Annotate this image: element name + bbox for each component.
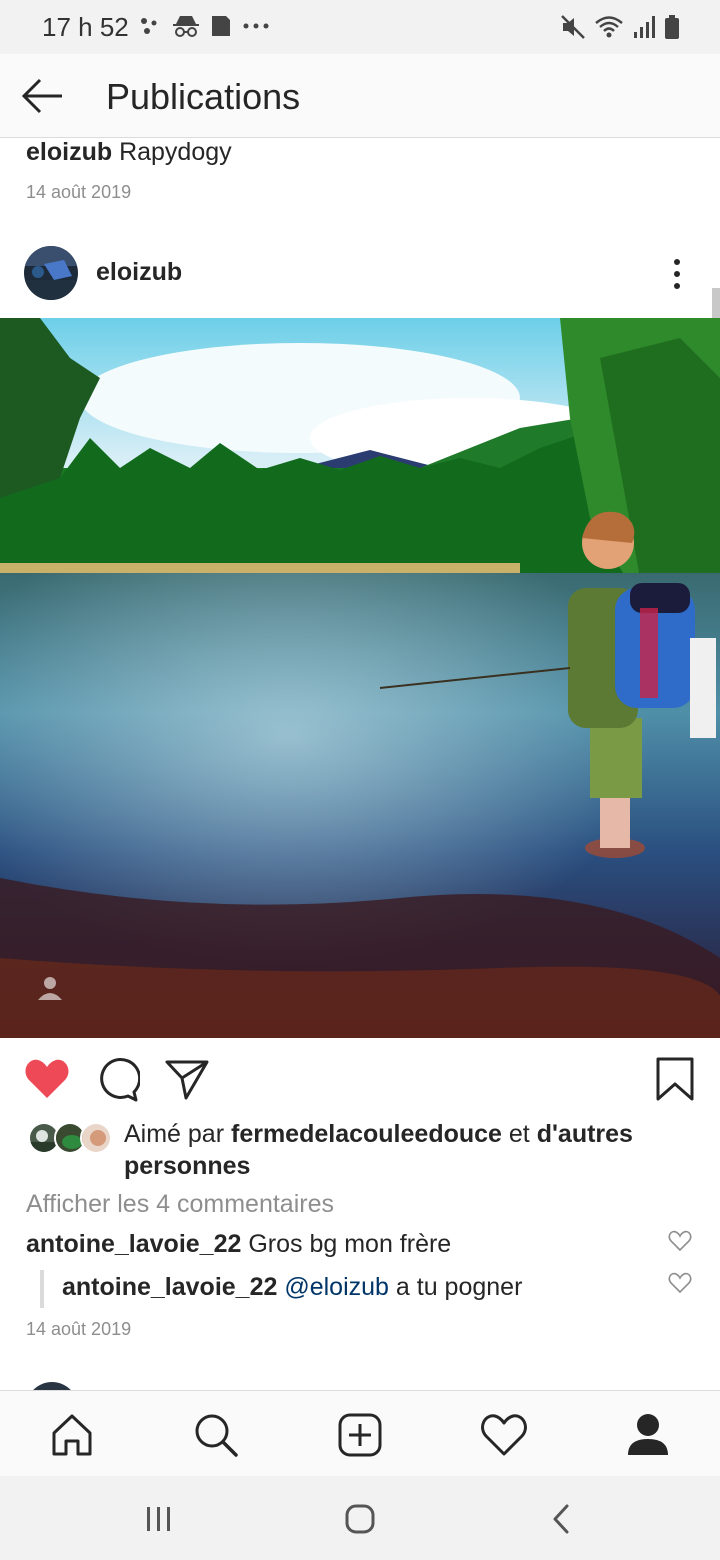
heart-filled-icon xyxy=(25,1059,69,1098)
like-button[interactable] xyxy=(24,1056,70,1102)
comment-button[interactable] xyxy=(94,1056,142,1102)
signal-icon xyxy=(634,16,655,38)
mute-icon xyxy=(561,15,585,39)
app-header: Publications xyxy=(0,54,720,138)
nav-home[interactable] xyxy=(48,1411,96,1459)
comment-text: a tu pogner xyxy=(395,1273,523,1301)
system-back-button[interactable] xyxy=(545,1502,579,1536)
vertical-dots-icon xyxy=(674,259,680,289)
assistant-dots-icon xyxy=(141,18,157,34)
activity-heart-icon xyxy=(481,1414,527,1456)
photo-image xyxy=(0,318,720,1038)
comment-mention[interactable]: @eloizub xyxy=(284,1273,389,1301)
likes-summary[interactable]: Aimé par fermedelacouleedouce et d'autre… xyxy=(124,1118,684,1182)
sim-card-icon xyxy=(212,16,230,36)
home-button-icon xyxy=(345,1504,375,1534)
post-username[interactable]: eloizub xyxy=(96,258,182,287)
search-icon xyxy=(195,1414,238,1457)
caption-username[interactable]: eloizub xyxy=(26,138,112,166)
bottom-navigation xyxy=(0,1390,720,1476)
comment: antoine_lavoie_22 Gros bg mon frère xyxy=(26,1230,451,1259)
post-actions xyxy=(0,1050,720,1110)
user-tag-icon[interactable] xyxy=(36,974,64,1002)
post-photo[interactable] xyxy=(0,318,720,1038)
comment-username[interactable]: antoine_lavoie_22 xyxy=(62,1273,277,1301)
avatar-image xyxy=(24,246,78,300)
arrow-left-icon xyxy=(21,78,62,114)
more-dots-icon xyxy=(243,23,269,29)
comment-icon xyxy=(100,1058,142,1102)
status-time: 17 h 52 xyxy=(42,12,129,42)
previous-post-caption: eloizub Rapydogy xyxy=(26,138,232,167)
view-all-comments-link[interactable]: Afficher les 4 commentaires xyxy=(26,1190,334,1219)
comment-text: Gros bg mon frère xyxy=(248,1230,452,1258)
incognito-icon xyxy=(173,16,199,37)
recent-apps-icon xyxy=(147,1507,170,1531)
battery-icon xyxy=(665,15,679,39)
liker-avatars[interactable] xyxy=(28,1122,112,1156)
comment-reply: antoine_lavoie_22 @eloizub a tu pogner xyxy=(62,1273,522,1302)
home-icon xyxy=(52,1414,92,1456)
back-button-icon xyxy=(553,1504,569,1534)
liker-avatar xyxy=(80,1122,112,1154)
post-options-button[interactable] xyxy=(664,258,690,290)
new-post-icon xyxy=(338,1413,382,1457)
nav-new-post[interactable] xyxy=(336,1411,384,1459)
share-button[interactable] xyxy=(164,1056,210,1102)
reply-indent-bar xyxy=(40,1270,44,1308)
liker-username[interactable]: fermedelacouleedouce xyxy=(231,1120,502,1148)
bookmark-icon xyxy=(656,1057,694,1101)
status-bar: 17 h 52 xyxy=(0,0,720,54)
post-avatar[interactable] xyxy=(24,246,78,300)
save-button[interactable] xyxy=(652,1056,698,1102)
profile-icon xyxy=(628,1414,668,1455)
likes-connector: et xyxy=(508,1120,530,1148)
status-left-icons xyxy=(138,14,270,38)
nav-activity[interactable] xyxy=(480,1411,528,1459)
scroll-indicator xyxy=(712,288,720,318)
post-date: 14 août 2019 xyxy=(26,1319,132,1339)
page-title: Publications xyxy=(106,76,301,117)
caption-text: Rapydogy xyxy=(119,138,232,166)
recent-apps-button[interactable] xyxy=(142,1502,176,1536)
status-right-icons xyxy=(560,14,680,40)
likes-prefix: Aimé par xyxy=(124,1120,225,1148)
back-button[interactable] xyxy=(20,76,64,116)
wifi-icon xyxy=(595,16,623,38)
nav-profile[interactable] xyxy=(624,1411,672,1459)
post-header: eloizub xyxy=(0,232,720,316)
send-icon xyxy=(165,1060,209,1100)
comment-like-icon[interactable] xyxy=(668,1230,692,1252)
previous-post-date: 14 août 2019 xyxy=(26,182,132,202)
comment-username[interactable]: antoine_lavoie_22 xyxy=(26,1230,241,1258)
comment-like-icon[interactable] xyxy=(668,1272,692,1294)
system-navigation-bar xyxy=(0,1476,720,1560)
nav-search[interactable] xyxy=(192,1411,240,1459)
home-button[interactable] xyxy=(343,1502,377,1536)
